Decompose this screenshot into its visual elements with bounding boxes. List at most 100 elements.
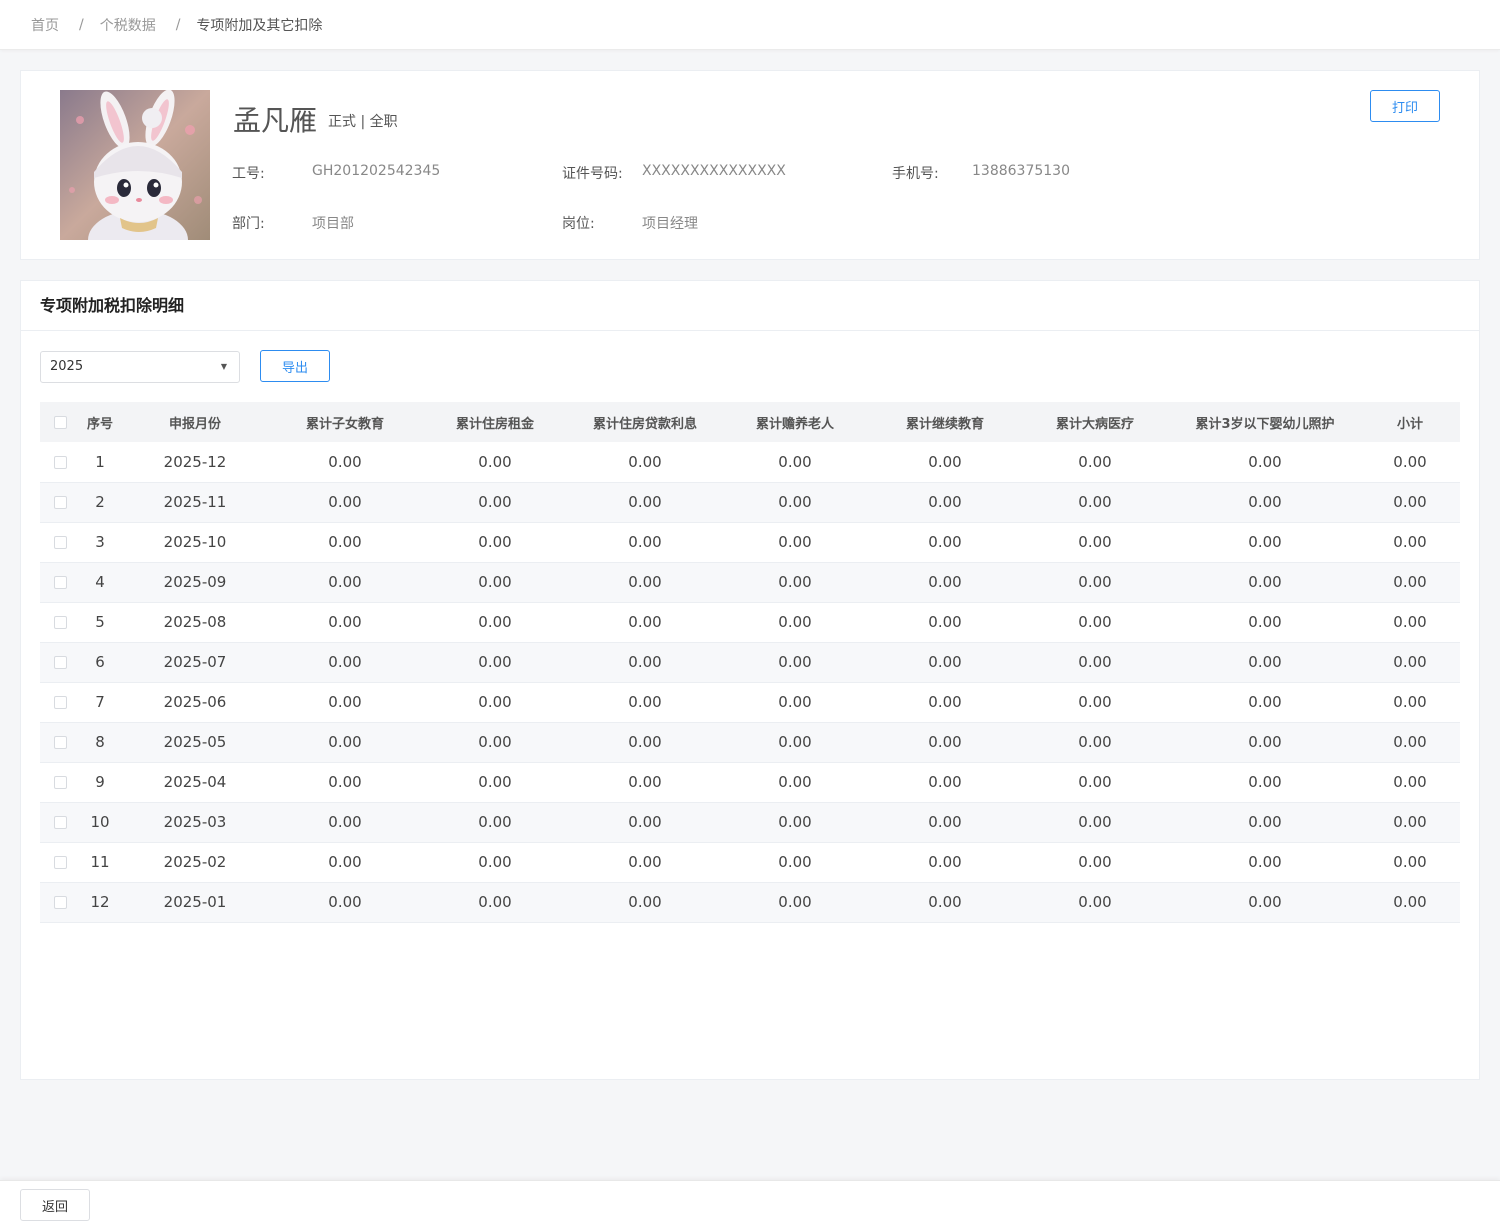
table-body: 1 2025-12 0.00 0.00 0.00 0.00 0.00 0.00 0.00 0.00… [40, 442, 1460, 922]
cell-housing-rent: 0.00 [478, 452, 512, 471]
cell-continuing-edu: 0.00 [928, 853, 962, 871]
row-checkbox[interactable] [40, 482, 80, 522]
column-header-infant-care: 累计3岁以下婴幼儿照护 [1195, 416, 1335, 432]
cell-month: 2025-10 [163, 533, 227, 551]
row-checkbox[interactable] [40, 442, 80, 482]
cell-housing-rent: 0.00 [478, 573, 512, 591]
cell-housing-rent: 0.00 [478, 653, 512, 671]
row-checkbox[interactable] [40, 682, 80, 722]
cell-continuing-edu: 0.00 [928, 893, 962, 911]
cell-continuing-edu: 0.00 [928, 613, 962, 631]
cell-subtotal: 0.00 [1393, 893, 1427, 911]
cell-subtotal: 0.00 [1393, 452, 1427, 471]
cell-continuing-edu: 0.00 [928, 693, 962, 711]
breadcrumb-separator: / [79, 16, 84, 33]
row-checkbox[interactable] [40, 762, 80, 802]
cell-housing-rent: 0.00 [478, 813, 512, 831]
cell-mortgage-interest: 0.00 [628, 613, 662, 631]
table-header-row: 序号 申报月份 累计子女教育 累计住房租金 累计住房贷款利息 累计赡养老人 累计继续教育 累计… [40, 402, 1460, 442]
table-row: 1 2025-12 0.00 0.00 0.00 0.00 0.00 0.00 0.00 0.00 [40, 442, 1460, 482]
table-row: 10 2025-03 0.00 0.00 0.00 0.00 0.00 0.00 0.00 0.0… [40, 802, 1460, 842]
cell-elderly-support: 0.00 [778, 893, 812, 911]
cell-child-edu: 0.00 [328, 813, 362, 831]
table-row: 8 2025-05 0.00 0.00 0.00 0.00 0.00 0.00 0.00 0.00 [40, 722, 1460, 762]
column-header-month: 申报月份 [168, 416, 221, 432]
avatar [60, 90, 210, 240]
cell-infant-care: 0.00 [1248, 653, 1282, 671]
cell-elderly-support: 0.00 [778, 733, 812, 751]
row-checkbox[interactable] [40, 842, 80, 882]
phone-label: 手机号: [892, 166, 939, 182]
phone-value: 13886375130 [972, 163, 1070, 179]
cell-child-edu: 0.00 [328, 653, 362, 671]
cell-infant-care: 0.00 [1248, 733, 1282, 751]
cell-seq: 4 [95, 573, 105, 591]
cell-subtotal: 0.00 [1393, 853, 1427, 871]
cell-child-edu: 0.00 [328, 693, 362, 711]
cell-mortgage-interest: 0.00 [628, 493, 662, 511]
cell-continuing-edu: 0.00 [928, 493, 962, 511]
cell-infant-care: 0.00 [1248, 693, 1282, 711]
cell-child-edu: 0.00 [328, 452, 362, 471]
employment-status: 正式 | 全职 [328, 114, 398, 130]
cell-housing-rent: 0.00 [478, 893, 512, 911]
cell-child-edu: 0.00 [328, 773, 362, 791]
cell-child-edu: 0.00 [328, 613, 362, 631]
cell-month: 2025-09 [163, 573, 227, 591]
column-header-housing-rent: 累计住房租金 [455, 416, 534, 432]
cell-subtotal: 0.00 [1393, 653, 1427, 671]
breadcrumb-tax-data[interactable]: 个税数据 [100, 15, 156, 35]
cell-subtotal: 0.00 [1393, 693, 1427, 711]
cell-subtotal: 0.00 [1393, 813, 1427, 831]
cell-month: 2025-01 [163, 893, 227, 911]
cell-serious-illness: 0.00 [1078, 893, 1112, 911]
select-all-checkbox[interactable] [40, 402, 80, 442]
table-row: 3 2025-10 0.00 0.00 0.00 0.00 0.00 0.00 0.00 0.00 [40, 522, 1460, 562]
deduction-detail-card: 专项附加税扣除明细 2025 ▼ 导出 序号 申报月份 累计子女教育 累计住房租金 累计… [20, 280, 1480, 1080]
row-checkbox[interactable] [40, 522, 80, 562]
page-scrollbar[interactable] [1500, 0, 1505, 1232]
cell-continuing-edu: 0.00 [928, 773, 962, 791]
cell-elderly-support: 0.00 [778, 493, 812, 511]
column-header-serious-illness: 累计大病医疗 [1055, 416, 1134, 432]
row-checkbox[interactable] [40, 562, 80, 602]
column-header-elderly-support: 累计赡养老人 [755, 416, 834, 432]
table-row: 7 2025-06 0.00 0.00 0.00 0.00 0.00 0.00 0.00 0.00 [40, 682, 1460, 722]
row-checkbox[interactable] [40, 602, 80, 642]
back-button[interactable]: 返回 [20, 1189, 90, 1221]
cell-infant-care: 0.00 [1248, 452, 1282, 471]
row-checkbox[interactable] [40, 882, 80, 922]
breadcrumb-current: 专项附加及其它扣除 [196, 17, 323, 34]
emp-no-label: 工号: [232, 166, 265, 182]
breadcrumb-home[interactable]: 首页 [31, 15, 59, 35]
cell-mortgage-interest: 0.00 [628, 653, 662, 671]
print-button[interactable]: 打印 [1370, 90, 1440, 122]
deduction-table: 序号 申报月份 累计子女教育 累计住房租金 累计住房贷款利息 累计赡养老人 累计继续教育 累计… [40, 402, 1460, 923]
year-select-value: 2025 [50, 359, 84, 374]
emp-no-value: GH201202542345 [312, 163, 441, 179]
footer-bar: 返回 [0, 1180, 1500, 1232]
cell-child-edu: 0.00 [328, 893, 362, 911]
cell-continuing-edu: 0.00 [928, 533, 962, 551]
cell-month: 2025-04 [163, 773, 227, 791]
cell-mortgage-interest: 0.00 [628, 853, 662, 871]
cell-mortgage-interest: 0.00 [628, 773, 662, 791]
cell-continuing-edu: 0.00 [928, 452, 962, 471]
cell-serious-illness: 0.00 [1078, 853, 1112, 871]
export-button[interactable]: 导出 [260, 350, 330, 382]
bunny-avatar-image [60, 90, 210, 240]
year-select[interactable]: 2025 ▼ [40, 351, 240, 383]
table-row: 9 2025-04 0.00 0.00 0.00 0.00 0.00 0.00 0.00 0.00 [40, 762, 1460, 802]
row-checkbox[interactable] [40, 802, 80, 842]
cell-mortgage-interest: 0.00 [628, 533, 662, 551]
post-value: 项目经理 [642, 216, 698, 232]
cell-housing-rent: 0.00 [478, 693, 512, 711]
post-label: 岗位: [562, 216, 595, 232]
row-checkbox[interactable] [40, 722, 80, 762]
row-checkbox[interactable] [40, 642, 80, 682]
column-header-child-edu: 累计子女教育 [305, 416, 384, 432]
cell-infant-care: 0.00 [1248, 533, 1282, 551]
cell-child-edu: 0.00 [328, 733, 362, 751]
cell-seq: 3 [95, 533, 105, 551]
cell-subtotal: 0.00 [1393, 773, 1427, 791]
